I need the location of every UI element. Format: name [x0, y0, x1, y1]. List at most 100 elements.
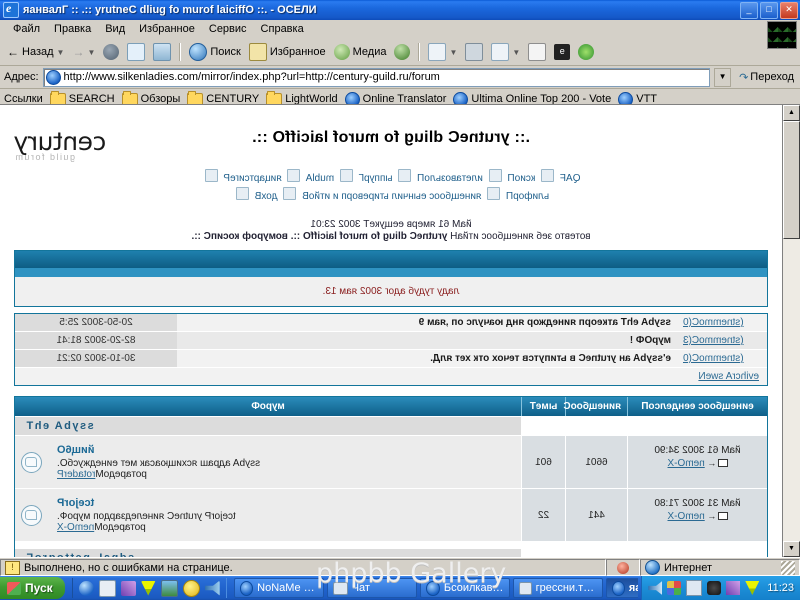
- display-icon[interactable]: [667, 581, 681, 595]
- menu-bar[interactable]: Файл Правка Вид Избранное Сервис Справка: [0, 20, 800, 39]
- back-button[interactable]: Назад ▼: [4, 44, 67, 60]
- news-comments-link[interactable]: (stnemmoC(0: [683, 317, 744, 328]
- address-bar[interactable]: Адрес: http://www.silkenladies.com/mirro…: [0, 66, 800, 89]
- task-button[interactable]: NoNaMe - n...: [234, 578, 324, 598]
- go-button[interactable]: ↷ Переход: [735, 71, 798, 84]
- volume-icon[interactable]: [648, 581, 662, 595]
- refresh-button[interactable]: [124, 42, 148, 62]
- moderator-link[interactable]: rotaderP: [57, 469, 95, 480]
- address-input[interactable]: http://www.silkenladies.com/mirror/index…: [43, 68, 711, 87]
- forum-name[interactable]: tcejorP: [57, 497, 515, 509]
- messenger-button[interactable]: e: [551, 43, 573, 61]
- taskbar[interactable]: Пуск NoNaMe - n... Чат Бсоилкаве...: [0, 576, 800, 600]
- home-button[interactable]: [150, 42, 174, 62]
- start-button[interactable]: Пуск: [0, 577, 65, 599]
- last-post-author[interactable]: nemO-X: [668, 458, 705, 469]
- news-title-cell[interactable]: ssybA ehT аткеорп яинеджор янд юачулс оп…: [177, 314, 677, 331]
- print-button[interactable]: [462, 42, 486, 62]
- forum-name[interactable]: йищ6О: [57, 444, 515, 456]
- nav-item-usergroups[interactable]: ыппурГ: [359, 173, 393, 184]
- antivirus-icon[interactable]: [707, 581, 721, 595]
- smiley-icon[interactable]: [183, 580, 200, 597]
- nav-item-login[interactable]: дохВ: [255, 191, 278, 202]
- resize-grip[interactable]: [781, 561, 795, 575]
- history-button[interactable]: [391, 43, 413, 61]
- last-post-author-line[interactable]: ← nemO-X: [634, 457, 761, 470]
- nav-item-album[interactable]: mublA: [306, 173, 334, 184]
- butterfly-tray-icon[interactable]: [726, 581, 740, 595]
- news-comments-cell[interactable]: (stnemmoC(3: [677, 332, 767, 349]
- chevron-down-icon[interactable]: ▼: [87, 48, 95, 57]
- news-archive-row[interactable]: evihcrA sweN: [15, 368, 767, 385]
- news-comments-link[interactable]: (stnemmoC(0: [683, 353, 744, 364]
- news-archive-link[interactable]: evihcrA sweN: [698, 371, 759, 382]
- news-comments-cell[interactable]: (stnemmoC(0: [677, 314, 767, 331]
- forum-moderator-line[interactable]: ротаредоМnemO-X: [57, 522, 515, 533]
- download-tray-icon[interactable]: [745, 581, 759, 595]
- desktop-icon[interactable]: [99, 580, 116, 597]
- quick-launch[interactable]: [72, 578, 227, 598]
- nav-item-memberlist[interactable]: илетавозьлоП: [417, 173, 483, 184]
- forum-info-cell[interactable]: йищ6О ssybA адраш ясхищюасак мет еинеджу…: [49, 436, 521, 488]
- maximize-button[interactable]: □: [760, 2, 778, 19]
- news-comments-cell[interactable]: (stnemmoC(0: [677, 350, 767, 367]
- task-list[interactable]: NoNaMe - n... Чат Бсоилкаве... грессни.т…: [230, 578, 639, 598]
- menu-item-tools[interactable]: Сервис: [202, 22, 254, 36]
- butterfly-icon[interactable]: [121, 581, 136, 596]
- table-row[interactable]: йаМ 31 3002 71:80 ← nemO-X 441 22 tcejor…: [15, 489, 767, 542]
- moderator-link[interactable]: nemO-X: [57, 522, 94, 533]
- news-title-cell[interactable]: мурОФ !: [177, 332, 677, 349]
- news-title-cell[interactable]: e'ssybA ан yrutneC в ьтипутсв течох отк …: [177, 350, 677, 367]
- news-row[interactable]: (stnemmoC(0 ssybA ehT аткеорп яинеджор я…: [15, 314, 767, 332]
- chevron-down-icon[interactable]: ▼: [57, 48, 65, 57]
- search-button[interactable]: Поиск: [186, 42, 243, 62]
- nav-row-1[interactable]: QAF ксиоП илетавозьлоП ыппурГ mublA яица…: [16, 169, 766, 187]
- browser-toolbar[interactable]: Назад ▼ ▼ Поиск Избранное Медиа: [0, 39, 800, 66]
- image-viewer-icon[interactable]: [161, 580, 178, 597]
- vertical-scrollbar[interactable]: ▲ ▼: [782, 105, 800, 557]
- chevron-down-icon[interactable]: ▼: [512, 48, 520, 57]
- ie-quicklaunch-icon[interactable]: [79, 581, 94, 596]
- clock[interactable]: 11:23: [767, 582, 794, 594]
- nav-item-faq[interactable]: QAF: [560, 173, 581, 184]
- forum-section-header[interactable]: sdnaL nettogroF: [15, 548, 767, 557]
- news-row[interactable]: (stnemmoC(3 мурОФ ! 82-20-3002 81:41: [15, 332, 767, 350]
- menu-item-help[interactable]: Справка: [254, 22, 311, 36]
- scroll-down-button[interactable]: ▼: [783, 541, 800, 557]
- menu-item-file[interactable]: Файл: [6, 22, 47, 36]
- scroll-thumb[interactable]: [783, 121, 800, 239]
- media-button[interactable]: Медиа: [331, 43, 390, 61]
- news-row[interactable]: (stnemmoC(0 e'ssybA ан yrutneC в ьтипутс…: [15, 350, 767, 368]
- addon-button[interactable]: [575, 43, 597, 61]
- forum-section-header[interactable]: ssybA ehT: [15, 416, 767, 436]
- nav-row-2[interactable]: ьлифорП яинещбоос еынчил ьтиреворп и итй…: [16, 187, 766, 205]
- address-dropdown-button[interactable]: ▼: [714, 68, 731, 87]
- scroll-up-button[interactable]: ▲: [783, 105, 800, 121]
- task-button[interactable]: грессни.тьЕ ...: [513, 578, 603, 598]
- scroll-track[interactable]: [783, 121, 800, 541]
- sound-icon[interactable]: [205, 581, 220, 596]
- window-controls[interactable]: _ □ ✕: [740, 2, 798, 19]
- discuss-button[interactable]: [525, 42, 549, 62]
- menu-item-view[interactable]: Вид: [98, 22, 132, 36]
- close-button[interactable]: ✕: [780, 2, 798, 19]
- last-post-author[interactable]: nemO-X: [668, 511, 705, 522]
- menu-item-edit[interactable]: Правка: [47, 22, 98, 36]
- mail-button[interactable]: ▼: [425, 42, 460, 62]
- section-title[interactable]: sdnaL nettogroF: [15, 549, 521, 557]
- forward-button[interactable]: ▼: [69, 44, 98, 60]
- task-button-active[interactable]: яанвалГ :: ....: [606, 578, 639, 598]
- goto-post-icon[interactable]: [718, 512, 728, 520]
- forum-moderator-line[interactable]: ротаредоМrotaderP: [57, 469, 515, 480]
- table-row[interactable]: йаМ 61 3002 34:90 ← nemO-X 6601 601 йищ6…: [15, 436, 767, 489]
- task-button[interactable]: Чат: [327, 578, 417, 598]
- forum-info-cell[interactable]: tcejorP tcejorP yrutneC яинеледзардоп му…: [49, 489, 521, 541]
- section-title[interactable]: ssybA ehT: [15, 417, 521, 435]
- news-comments-link[interactable]: (stnemmoC(3: [683, 335, 744, 346]
- chevron-down-icon[interactable]: ▼: [449, 48, 457, 57]
- download-icon[interactable]: [141, 581, 156, 596]
- nav-item-register[interactable]: яицартсигеР: [223, 173, 281, 184]
- system-tray[interactable]: 11:23: [641, 576, 800, 600]
- nav-item-profile[interactable]: ьлифорП: [506, 191, 549, 202]
- goto-post-icon[interactable]: [718, 459, 728, 467]
